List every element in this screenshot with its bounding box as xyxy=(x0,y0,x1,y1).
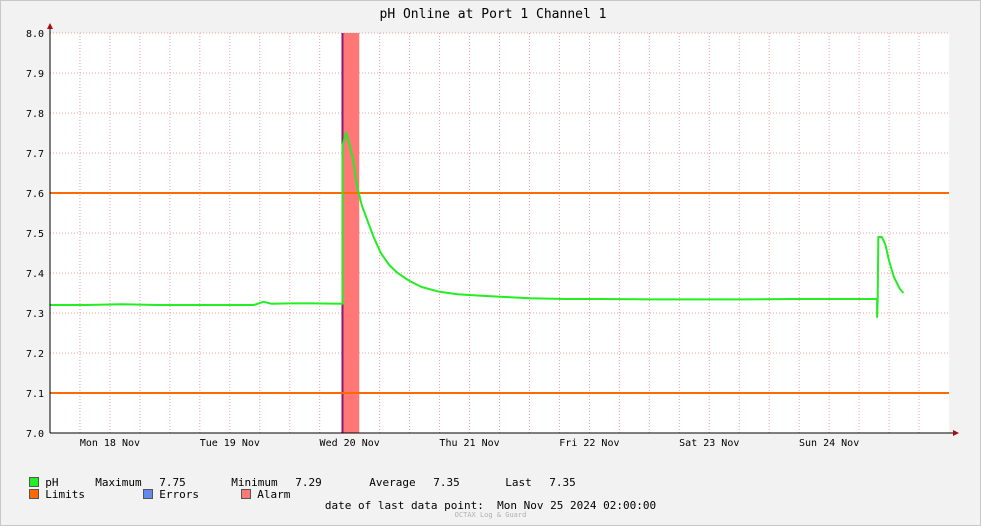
limits-swatch xyxy=(29,489,40,499)
x-tick-label: Mon 18 Nov xyxy=(80,438,140,449)
y-tick-label: 7.3 xyxy=(26,309,44,320)
chart-area: pH Online at Port 1 Channel 1 7.0 7.1 7.2 7… xyxy=(26,7,959,449)
x-tick-label: Sat 23 Nov xyxy=(679,438,739,449)
y-tick-label: 7.9 xyxy=(26,69,44,80)
y-tick-label: 7.8 xyxy=(26,109,44,120)
legend-min-value: 7.29 xyxy=(295,476,322,489)
alarm-band xyxy=(342,33,360,433)
y-tick-label: 7.2 xyxy=(26,349,44,360)
y-tick-label: 7.1 xyxy=(26,389,44,400)
legend-last-value: 7.35 xyxy=(549,476,576,489)
legend-last-label: Last xyxy=(505,476,532,489)
legend-avg-value: 7.35 xyxy=(433,476,460,489)
y-tick-label: 7.6 xyxy=(26,189,44,200)
y-tick-label: 8.0 xyxy=(26,29,44,40)
chart-title: pH Online at Port 1 Channel 1 xyxy=(380,7,607,22)
alarm-swatch xyxy=(241,489,252,499)
x-axis-arrow xyxy=(953,430,959,436)
x-tick-label: Wed 20 Nov xyxy=(320,438,380,449)
x-tick-label: Thu 21 Nov xyxy=(439,438,499,449)
x-tick-label: Sun 24 Nov xyxy=(799,438,859,449)
legend-avg-label: Average xyxy=(369,476,416,489)
errors-swatch xyxy=(143,489,154,499)
x-tick-label: Tue 19 Nov xyxy=(200,438,260,449)
legend-row-status: Limits Errors Alarm xyxy=(16,475,290,501)
y-tick-label: 7.5 xyxy=(26,229,44,240)
brand-watermark: OCTAX Log & Guard xyxy=(454,511,527,519)
x-tick-label: Fri 22 Nov xyxy=(559,438,619,449)
y-tick-label: 7.7 xyxy=(26,149,44,160)
y-axis-arrow xyxy=(47,23,53,29)
y-tick-label: 7.0 xyxy=(26,429,44,440)
y-tick-label: 7.4 xyxy=(26,269,44,280)
